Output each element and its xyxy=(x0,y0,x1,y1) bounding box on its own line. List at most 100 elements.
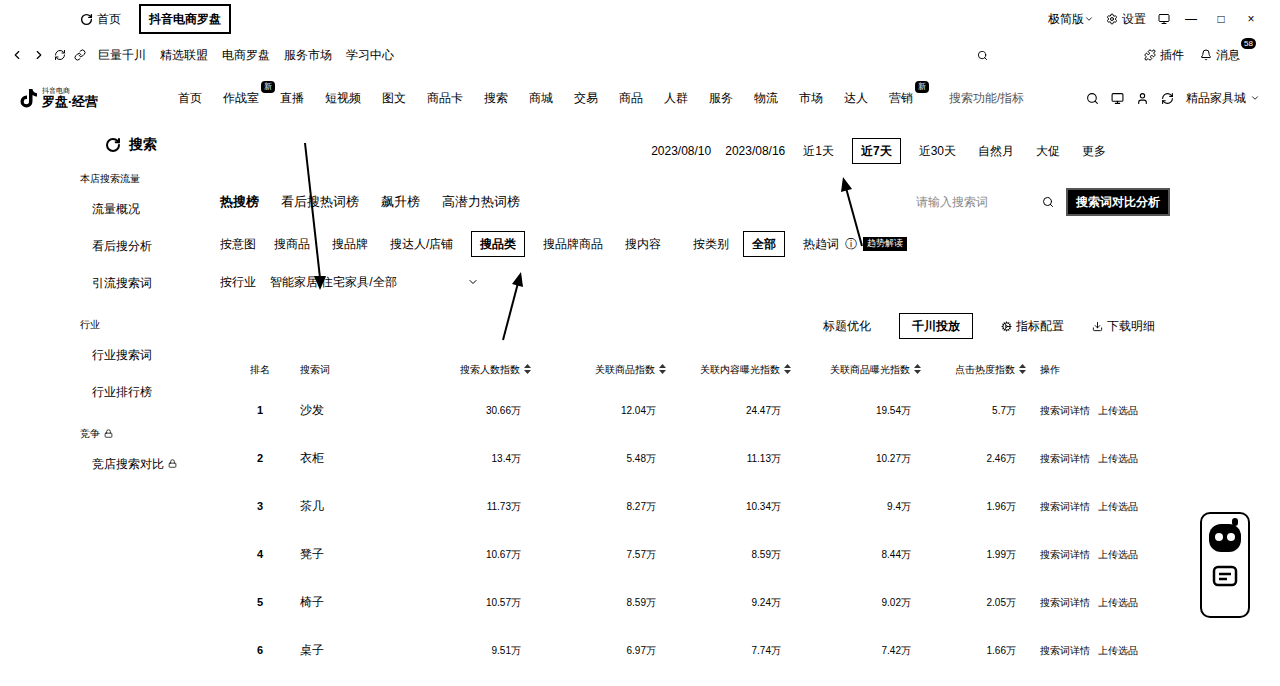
row-action[interactable]: 搜索词详情 xyxy=(1040,643,1090,658)
function-search[interactable]: 搜索功能/指标 xyxy=(949,89,1024,107)
logo-icon xyxy=(20,88,38,108)
window-control[interactable]: □ xyxy=(1212,10,1230,28)
home-tab[interactable]: 首页 xyxy=(80,10,121,28)
nav-item[interactable]: 图文 xyxy=(382,89,406,107)
assistant-widget[interactable] xyxy=(1200,512,1250,618)
date-option[interactable]: 自然月 xyxy=(974,142,1018,160)
nav-item[interactable]: 服务 xyxy=(709,89,733,107)
toolbar-button[interactable]: 指标配置 xyxy=(1001,317,1064,335)
mode-switch[interactable]: 极简版 xyxy=(1048,10,1094,28)
settings-button[interactable]: 设置 xyxy=(1106,10,1146,28)
nav-item[interactable]: 商城 xyxy=(529,89,553,107)
logo[interactable]: 抖音电商罗盘·经营 xyxy=(20,87,160,109)
intent-option[interactable]: 搜内容 xyxy=(621,235,665,253)
value-cell: 9.4万 xyxy=(795,499,925,514)
window-control[interactable]: — xyxy=(1182,10,1200,28)
bell-icon xyxy=(1200,49,1212,61)
nav-item[interactable]: 物流 xyxy=(754,89,778,107)
rank-tab[interactable]: 高潜力热词榜 xyxy=(442,192,520,212)
date-end[interactable]: 2023/08/16 xyxy=(725,142,785,160)
nav-item[interactable]: 市场 xyxy=(799,89,823,107)
nav-item[interactable]: 短视频 xyxy=(325,89,361,107)
sidebar-item[interactable]: 竞店搜索对比 xyxy=(80,445,205,482)
row-action[interactable]: 搜索词详情 xyxy=(1040,403,1090,418)
intent-option[interactable]: 搜达人/店铺 xyxy=(386,235,457,253)
date-option[interactable]: 大促 xyxy=(1032,142,1064,160)
table-row: 6桌子9.51万6.97万7.74万7.42万1.66万搜索词详情上传选品 xyxy=(230,626,1170,674)
nav-item[interactable]: 作战室新 xyxy=(223,89,259,107)
chevron-icon xyxy=(1084,14,1094,24)
window-control[interactable]: × xyxy=(1242,10,1260,28)
search-field[interactable]: 请输入搜索词 xyxy=(904,193,1054,211)
row-action[interactable]: 上传选品 xyxy=(1098,403,1138,418)
column-header[interactable]: 关联商品指数 xyxy=(535,362,670,377)
column-header[interactable]: 关联内容曝光指数 xyxy=(670,362,795,377)
date-option[interactable]: 更多 xyxy=(1078,142,1110,160)
sidebar-item[interactable]: 行业搜索词 xyxy=(80,336,205,373)
nav-item[interactable]: 交易 xyxy=(574,89,598,107)
bookmark[interactable]: 巨量千川 xyxy=(98,46,146,64)
nav-item[interactable]: 营销新 xyxy=(889,89,913,107)
table-row: 1沙发30.66万12.04万24.47万19.54万5.7万搜索词详情上传选品 xyxy=(230,386,1170,434)
sidebar-item[interactable]: 看后搜分析 xyxy=(80,227,205,264)
sort-icon xyxy=(659,364,666,374)
intent-option[interactable]: 搜品牌 xyxy=(328,235,372,253)
nav-item[interactable]: 首页 xyxy=(178,89,202,107)
row-action[interactable]: 上传选品 xyxy=(1098,451,1138,466)
table-row: 5椅子10.57万8.59万9.24万9.02万2.05万搜索词详情上传选品 xyxy=(230,578,1170,626)
keyword-cell: 沙发 xyxy=(290,401,410,419)
date-option[interactable]: 近1天 xyxy=(799,142,838,160)
nav-item[interactable]: 商品卡 xyxy=(427,89,463,107)
nav-item[interactable]: 搜索 xyxy=(484,89,508,107)
plugins-button[interactable]: 插件 xyxy=(1144,46,1184,64)
category-option[interactable]: 全部 xyxy=(743,231,785,257)
row-action[interactable]: 上传选品 xyxy=(1098,499,1138,514)
intent-option[interactable]: 搜品牌商品 xyxy=(539,235,607,253)
industry-select[interactable]: 智能家居/住宅家具/全部 xyxy=(270,273,479,291)
sidebar-item[interactable]: 行业排行榜 xyxy=(80,373,205,410)
toolbar-button[interactable]: 下载明细 xyxy=(1092,317,1155,335)
title-bar: 首页抖音电商罗盘 极简版设置 — □ × xyxy=(0,0,1280,38)
rank-tab[interactable]: 飙升榜 xyxy=(381,192,420,212)
home-icon xyxy=(80,13,93,26)
intent-option[interactable]: 搜商品 xyxy=(270,235,314,253)
category-option[interactable]: 热趋词 xyxy=(799,235,843,253)
bookmark[interactable]: 精选联盟 xyxy=(160,46,208,64)
compare-button[interactable]: 搜索词对比分析 xyxy=(1066,188,1170,216)
nav-item[interactable]: 商品 xyxy=(619,89,643,107)
bookmark[interactable]: 服务市场 xyxy=(284,46,332,64)
bookmark[interactable]: 学习中心 xyxy=(346,46,394,64)
nav-item[interactable]: 人群 xyxy=(664,89,688,107)
active-tab[interactable]: 抖音电商罗盘 xyxy=(139,4,231,34)
column-header[interactable]: 搜索人数指数 xyxy=(410,362,535,377)
nav-item[interactable]: 直播 xyxy=(280,89,304,107)
sidebar-item[interactable]: 流量概况 xyxy=(80,190,205,227)
row-action[interactable]: 搜索词详情 xyxy=(1040,451,1090,466)
sidebar-group-label: 行业 xyxy=(80,301,205,336)
column-header[interactable]: 关联商品曝光指数 xyxy=(795,362,925,377)
rank-cell: 4 xyxy=(230,546,290,563)
messages-button[interactable]: 消息58 xyxy=(1200,46,1240,64)
row-action[interactable]: 搜索词详情 xyxy=(1040,499,1090,514)
gear-icon xyxy=(1106,13,1118,25)
row-action[interactable]: 搜索词详情 xyxy=(1040,547,1090,562)
date-bar: 2023/08/10 2023/08/16 近1天近7天近30天自然月大促更多 xyxy=(205,136,1170,166)
robot-icon xyxy=(1206,518,1244,556)
nav-item[interactable]: 达人 xyxy=(844,89,868,107)
toolbar-button[interactable]: 标题优化 xyxy=(823,317,871,335)
bookmark[interactable]: 电商罗盘 xyxy=(222,46,270,64)
rank-tab[interactable]: 热搜榜 xyxy=(220,192,259,212)
column-header[interactable]: 点击热度指数 xyxy=(925,362,1030,377)
date-start[interactable]: 2023/08/10 xyxy=(651,142,711,160)
sidebar-item[interactable]: 引流搜索词 xyxy=(80,264,205,301)
intent-option[interactable]: 搜品类 xyxy=(471,231,525,257)
row-action[interactable]: 搜索词详情 xyxy=(1040,595,1090,610)
row-action[interactable]: 上传选品 xyxy=(1098,643,1138,658)
rank-tab[interactable]: 看后搜热词榜 xyxy=(281,192,359,212)
row-action[interactable]: 上传选品 xyxy=(1098,595,1138,610)
toolbar-button[interactable]: 千川投放 xyxy=(899,313,973,339)
row-action[interactable]: 上传选品 xyxy=(1098,547,1138,562)
store-name[interactable]: 精品家具城 xyxy=(1186,89,1260,107)
date-option[interactable]: 近30天 xyxy=(915,142,960,160)
date-option[interactable]: 近7天 xyxy=(852,138,901,164)
